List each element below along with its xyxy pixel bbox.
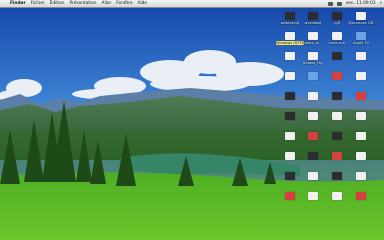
file-icon (356, 112, 366, 120)
file-icon (356, 72, 366, 80)
spotlight-icon[interactable]: ⌕ (380, 0, 382, 7)
file-icon (285, 152, 295, 160)
file-icon (285, 132, 295, 140)
desktop-icon[interactable] (326, 152, 348, 170)
desktop-icon[interactable] (326, 192, 348, 210)
desktop-icon[interactable] (279, 132, 301, 150)
file-icon (308, 32, 318, 40)
drive-icon (308, 72, 318, 80)
menu-edition[interactable]: Édition (50, 0, 65, 7)
file-icon (356, 152, 366, 160)
desktop-icon[interactable] (350, 132, 372, 150)
file-icon (308, 132, 318, 140)
file-icon (356, 132, 366, 140)
file-icon (285, 172, 295, 180)
file-icon (285, 112, 295, 120)
desktop-icon[interactable] (279, 112, 301, 130)
desktop-icon[interactable] (302, 72, 324, 90)
desktop-icon[interactable]: photos_fav (302, 52, 324, 70)
wifi-icon[interactable] (327, 1, 333, 6)
menu-aide[interactable]: Aide (138, 0, 148, 7)
desktop-icon[interactable]: hack.sch (326, 32, 348, 50)
desktop-icon[interactable] (279, 192, 301, 210)
desktop-icon[interactable] (302, 152, 324, 170)
desktop-icon-label: photos_fav (303, 61, 323, 65)
desktop-icon[interactable] (350, 92, 372, 110)
desktop-icon[interactable] (302, 172, 324, 190)
desktop-icon[interactable]: Macintosh HD (348, 12, 374, 30)
desktop[interactable]: Finder Fichier Édition Présentation Alle… (0, 0, 384, 240)
file-icon (308, 12, 318, 20)
desktop-icon[interactable] (350, 72, 372, 90)
desktop-icon-label: Apple TV (352, 41, 370, 45)
file-icon (285, 52, 295, 60)
desktop-icon[interactable] (350, 152, 372, 170)
file-icon (308, 172, 318, 180)
file-icon (308, 152, 318, 160)
menu-extras: ven. 11:09:03 ⌕ (324, 0, 382, 7)
file-icon (356, 192, 366, 200)
desktop-icon[interactable] (326, 112, 348, 130)
desktop-icon[interactable] (279, 52, 301, 70)
file-icon (285, 72, 295, 80)
desktop-icon[interactable] (279, 72, 301, 90)
file-icon (332, 112, 342, 120)
menu-fichier[interactable]: Fichier (31, 0, 45, 7)
desktop-icon[interactable] (326, 92, 348, 110)
desktop-icon[interactable]: rgfl (326, 12, 348, 30)
desktop-icon[interactable] (302, 112, 324, 130)
desktop-icon[interactable]: webtvsrvd (279, 12, 301, 30)
file-icon (356, 92, 366, 100)
menu-fenetre[interactable]: Fenêtre (116, 0, 132, 7)
desktop-icon[interactable]: Apple TV (350, 32, 372, 50)
file-icon (308, 192, 318, 200)
desktop-icon[interactable] (350, 112, 372, 130)
file-icon (332, 132, 342, 140)
desktop-icon[interactable]: photo_fu... (302, 32, 324, 50)
file-icon (332, 92, 342, 100)
desktop-icon[interactable] (350, 52, 372, 70)
desktop-icon[interactable] (279, 92, 301, 110)
desktop-icon[interactable] (302, 92, 324, 110)
file-icon (332, 172, 342, 180)
desktop-icon[interactable] (326, 52, 348, 70)
desktop-icon[interactable] (279, 152, 301, 170)
volume-icon[interactable] (336, 1, 342, 6)
desktop-icon[interactable] (279, 172, 301, 190)
file-icon (285, 12, 295, 20)
desktop-icon[interactable] (326, 172, 348, 190)
file-icon (308, 92, 318, 100)
menu-clock[interactable]: ven. 11:09:03 (346, 0, 376, 7)
desktop-icon[interactable]: Windows (NTFS) (276, 32, 304, 50)
desktop-icon[interactable] (302, 192, 324, 210)
file-icon (356, 172, 366, 180)
desktop-icon[interactable] (302, 132, 324, 150)
desktop-icon[interactable]: wvcdkext (302, 12, 324, 30)
file-icon (308, 52, 318, 60)
file-icon (332, 192, 342, 200)
file-icon (308, 112, 318, 120)
menu-app-name[interactable]: Finder (10, 0, 26, 7)
menu-bar: Finder Fichier Édition Présentation Alle… (0, 0, 384, 8)
file-icon (332, 32, 342, 40)
desktop-icon[interactable] (350, 192, 372, 210)
file-icon (285, 32, 295, 40)
file-icon (285, 92, 295, 100)
desktop-icon-label: Macintosh HD (348, 21, 374, 25)
file-icon (356, 12, 366, 20)
menu-aller[interactable]: Aller (102, 0, 112, 7)
file-icon (356, 52, 366, 60)
desktop-icon[interactable] (326, 72, 348, 90)
drive-icon (356, 32, 366, 40)
file-icon (332, 52, 342, 60)
desktop-icon[interactable] (350, 172, 372, 190)
file-icon (332, 72, 342, 80)
menu-presentation[interactable]: Présentation (70, 0, 97, 7)
file-icon (332, 12, 342, 20)
file-icon (332, 152, 342, 160)
desktop-icon[interactable] (326, 132, 348, 150)
file-icon (285, 192, 295, 200)
